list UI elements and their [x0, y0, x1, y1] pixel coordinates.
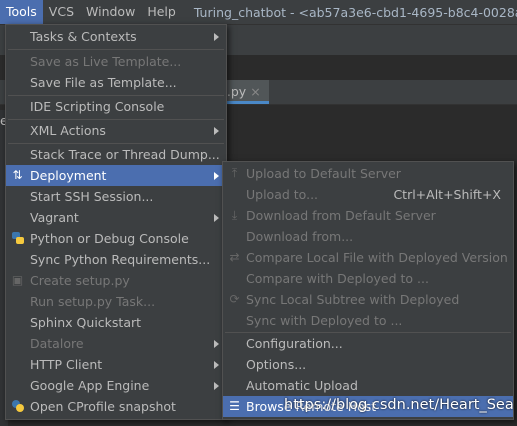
submenu-arrow-icon — [214, 127, 219, 135]
download-icon: ⤓ — [231, 208, 238, 222]
menu-item-upload-default-server[interactable]: ⤒ Upload to Default Server — [223, 163, 513, 184]
window-title: Turing_chatbot - <ab57a3e6-cbd1-4695-b8c… — [193, 4, 517, 20]
menu-item-create-setup-py[interactable]: ▣ Create setup.py — [6, 270, 226, 291]
menu-item-upload-to[interactable]: Upload to... Ctrl+Alt+Shift+X — [223, 184, 513, 205]
menu-item-run-setup-py-task[interactable]: Run setup.py Task... — [6, 291, 226, 312]
menu-item-start-ssh-session[interactable]: Start SSH Session... — [6, 186, 226, 207]
menu-item-vagrant[interactable]: Vagrant — [6, 207, 226, 228]
menu-item-options[interactable]: Options... — [223, 354, 513, 375]
submenu-arrow-icon — [214, 382, 219, 390]
menu-item-http-client[interactable]: HTTP Client — [6, 354, 226, 375]
menu-item-stack-trace[interactable]: Stack Trace or Thread Dump... — [6, 144, 226, 165]
submenu-arrow-icon — [214, 172, 219, 180]
submenu-arrow-icon — [214, 33, 219, 41]
menu-item-tasks-contexts[interactable]: Tasks & Contexts — [6, 26, 226, 47]
browse-icon: ☰ — [229, 399, 240, 413]
menu-item-configuration[interactable]: Configuration... — [223, 333, 513, 354]
menu-item-download-default-server[interactable]: ⤓ Download from Default Server — [223, 205, 513, 226]
python-icon — [10, 231, 25, 246]
menu-item-save-live-template[interactable]: Save as Live Template... — [6, 51, 226, 72]
profile-icon — [10, 399, 25, 414]
menu-item-compare-with-deployed[interactable]: Compare with Deployed to ... — [223, 268, 513, 289]
menu-separator — [8, 49, 224, 50]
menu-bar: Tools VCS Window Help Turing_chatbot - <… — [0, 0, 517, 25]
menu-item-automatic-upload[interactable]: Automatic Upload — [223, 375, 513, 396]
menu-item-xml-actions[interactable]: XML Actions — [6, 120, 226, 141]
deployment-submenu: ⤒ Upload to Default Server Upload to... Ct… — [222, 161, 514, 420]
upload-icon: ⤒ — [231, 166, 238, 180]
tools-menu: Tasks & Contexts Save as Live Template..… — [5, 24, 227, 420]
menu-item-google-app-engine[interactable]: Google App Engine — [6, 375, 226, 396]
sync-icon: ⟳ — [229, 292, 240, 306]
menu-item-sync-local-subtree[interactable]: ⟳ Sync Local Subtree with Deployed — [223, 289, 513, 310]
menu-item-deployment[interactable]: ⇅ Deployment — [6, 165, 226, 186]
menu-item-compare-local-file[interactable]: ⇄ Compare Local File with Deployed Versio… — [223, 247, 513, 268]
submenu-arrow-icon — [214, 214, 219, 222]
python-file-icon: ▣ — [11, 273, 24, 287]
deployment-icon: ⇅ — [12, 168, 23, 182]
menu-item-ide-scripting-console[interactable]: IDE Scripting Console — [6, 96, 226, 117]
menu-tools[interactable]: Tools — [0, 0, 43, 24]
menu-item-python-debug-console[interactable]: Python or Debug Console — [6, 228, 226, 249]
watermark-text: https://blog.csdn.net/Heart_Sea — [284, 397, 514, 413]
shortcut-label: Ctrl+Alt+Shift+X — [393, 187, 501, 202]
menu-item-save-file-template[interactable]: Save File as Template... — [6, 72, 226, 93]
menu-item-open-cprofile-snapshot[interactable]: Open CProfile snapshot — [6, 396, 226, 417]
close-icon[interactable]: × — [250, 84, 260, 99]
menu-window[interactable]: Window — [80, 0, 141, 24]
menu-vcs[interactable]: VCS — [43, 0, 80, 24]
menu-item-datalore[interactable]: Datalore — [6, 333, 226, 354]
submenu-arrow-icon — [214, 361, 219, 369]
menu-item-sync-with-deployed[interactable]: Sync with Deployed to ... — [223, 310, 513, 331]
menu-help[interactable]: Help — [141, 0, 182, 24]
menu-item-download-from[interactable]: Download from... — [223, 226, 513, 247]
submenu-arrow-icon — [214, 340, 219, 348]
compare-icon: ⇄ — [229, 250, 240, 264]
menu-item-sync-python-requirements[interactable]: Sync Python Requirements... — [6, 249, 226, 270]
menu-item-sphinx-quickstart[interactable]: Sphinx Quickstart — [6, 312, 226, 333]
